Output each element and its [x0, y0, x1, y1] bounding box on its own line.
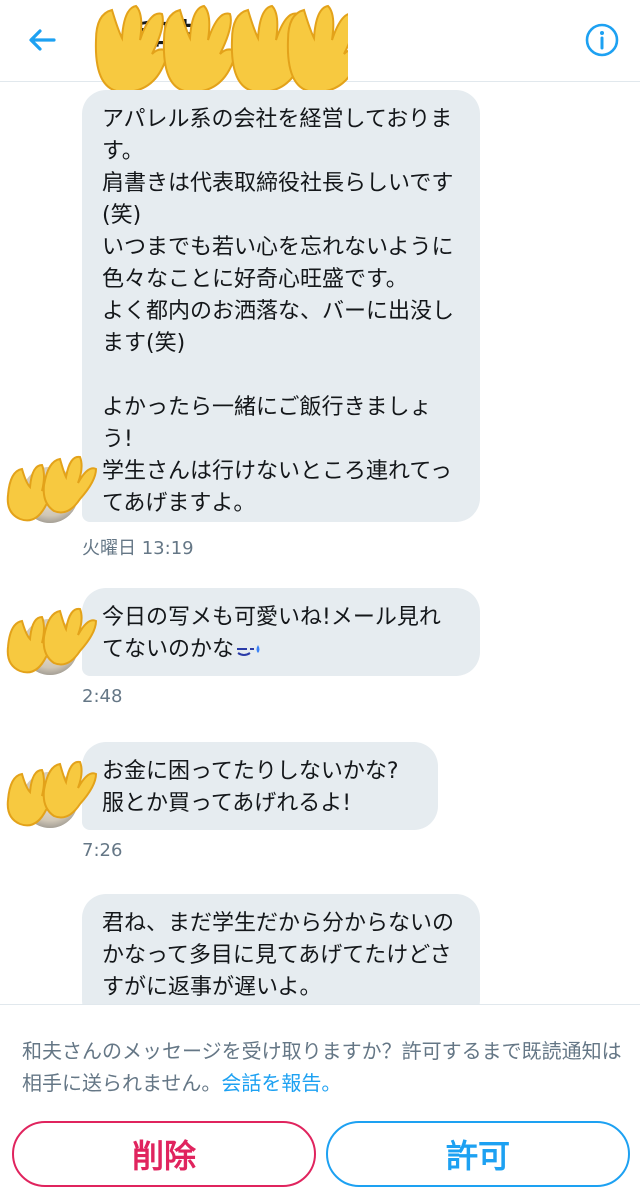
message-timestamp: 7:26	[82, 840, 123, 861]
clapping-hands-icon	[6, 607, 98, 674]
avatar[interactable]	[6, 760, 98, 828]
conversation-header: 和夫	[0, 0, 640, 92]
message-bubble[interactable]: 今日の写メも可愛いね!メール見れてないのかな	[82, 588, 480, 676]
clapping-hands-icon	[6, 760, 98, 827]
avatar[interactable]	[6, 607, 98, 675]
message-bubble[interactable]: アパレル系の会社を経営しております。 肩書きは代表取締役社長らしいです(笑) い…	[82, 90, 480, 522]
info-circle-icon[interactable]	[584, 22, 620, 58]
avatar[interactable]	[6, 455, 98, 523]
report-conversation-link[interactable]: 会話を報告。	[221, 1071, 341, 1095]
message-text: 今日の写メも可愛いね!メール見れてないのかな	[102, 605, 441, 662]
clapping-hands-icon	[6, 455, 98, 522]
message-timestamp: 2:48	[82, 686, 123, 707]
sweat-smile-emoji-icon	[237, 645, 260, 656]
raised-hands-icon	[94, 4, 348, 92]
message-request-panel: 和夫さんのメッセージを受け取りますか？許可するまで既読通知は相手に送られません。…	[0, 1004, 640, 1200]
message-list[interactable]: アパレル系の会社を経営しております。 肩書きは代表取締役社長らしいです(笑) い…	[0, 82, 640, 1004]
message-bubble[interactable]: 君ね、まだ学生だから分からないのかなって多目に見てあげてたけどさすがに返事が遅い…	[82, 894, 480, 1004]
message-timestamp: 火曜日 13:19	[82, 538, 194, 559]
request-notice: 和夫さんのメッセージを受け取りますか？許可するまで既読通知は相手に送られません。…	[22, 1035, 622, 1099]
delete-button[interactable]: 削除	[12, 1121, 316, 1187]
arrow-left-icon[interactable]	[24, 22, 60, 58]
message-bubble[interactable]: お金に困ってたりしないかな? 服とか買ってあげれるよ!	[82, 742, 438, 830]
allow-button[interactable]: 許可	[326, 1121, 630, 1187]
